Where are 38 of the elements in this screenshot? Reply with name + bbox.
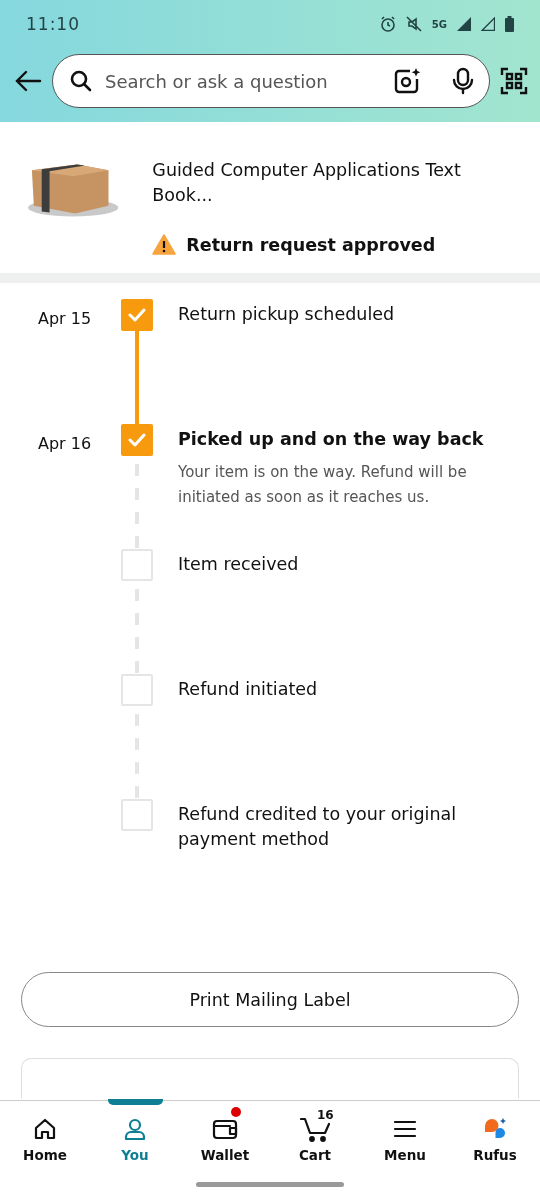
step-date: Apr 16 (37, 433, 93, 455)
home-icon (33, 1117, 57, 1141)
nav-tab[interactable]: Rufus (455, 1101, 535, 1199)
alarm-icon (379, 16, 396, 32)
check-icon (128, 308, 146, 322)
step-title: Return pickup scheduled (178, 303, 395, 326)
step-date: Apr 15 (37, 308, 93, 330)
camera-icon[interactable] (393, 67, 421, 95)
nav-tab[interactable]: Menu (365, 1101, 445, 1199)
selected-indicator (107, 1099, 163, 1105)
nav-tab[interactable]: You (95, 1101, 175, 1199)
step-title: Item received (178, 553, 299, 576)
product-title[interactable]: Guided Computer Applications Text Book... (152, 158, 520, 208)
cart-count: 16 (317, 1108, 334, 1122)
status-time: 11:10 (26, 14, 80, 34)
signal-icon (481, 17, 495, 31)
signal-icon (457, 17, 471, 31)
mute-icon (405, 16, 422, 32)
step-description: Your item is on the way. Refund will be initiated as soon as it reaches us. (178, 462, 468, 508)
step-title: Refund initiated (178, 678, 318, 701)
nav-tab[interactable]: 16 Cart (275, 1101, 355, 1199)
qr-code-icon[interactable] (500, 67, 528, 95)
wallet-icon (212, 1117, 238, 1141)
network-label: 5G (431, 18, 447, 30)
step-title: Picked up and on the way back (178, 428, 485, 451)
battery-icon (505, 16, 514, 32)
print-label-button[interactable]: Print Mailing Label (21, 972, 519, 1027)
person-icon (123, 1117, 147, 1141)
chat-bubbles-icon (483, 1117, 507, 1141)
back-button[interactable] (14, 69, 42, 93)
warning-icon (152, 234, 177, 255)
search-icon (69, 69, 93, 93)
return-status: Return request approved (186, 234, 436, 255)
search-bar[interactable]: Search or ask a question (52, 54, 490, 108)
microphone-icon[interactable] (451, 67, 475, 95)
nav-tab[interactable]: Home (5, 1101, 85, 1199)
check-icon (128, 433, 146, 447)
step-title: Refund credited to your original payment method (178, 803, 458, 851)
